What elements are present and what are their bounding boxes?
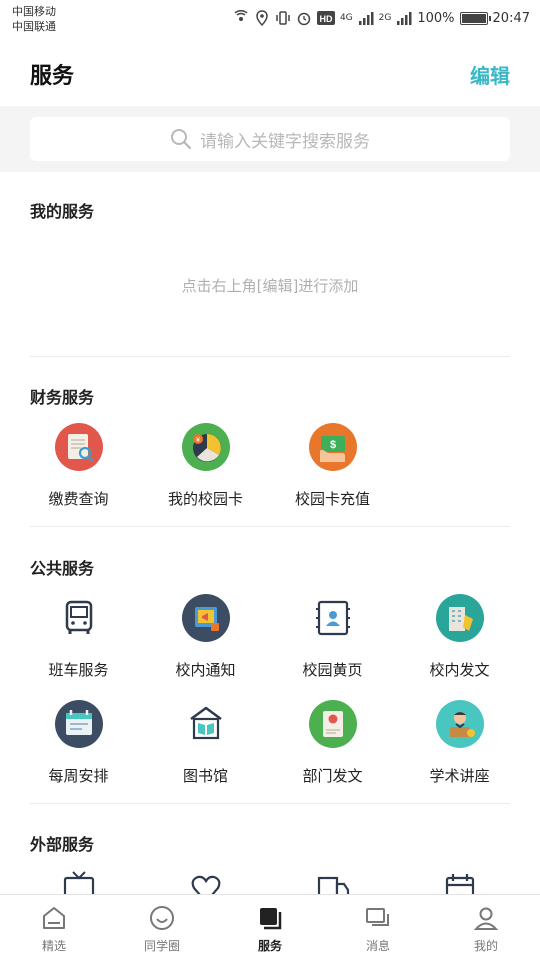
divider — [30, 803, 510, 804]
tab-featured[interactable]: 精选 — [0, 895, 108, 960]
service-item-label: 图书馆 — [182, 767, 228, 785]
service-item-campus-notice[interactable]: 校内通知 — [142, 589, 269, 695]
tab-classmates[interactable]: 同学圈 — [108, 895, 216, 960]
header: 服务 编辑 — [0, 40, 540, 106]
notice-icon — [181, 593, 231, 643]
signal-icon-1 — [358, 12, 374, 25]
service-item-label: 校园卡充值 — [294, 490, 370, 508]
pie-chart-icon: ¥ — [181, 422, 231, 472]
message-icon — [363, 903, 393, 933]
status-icons: HD 4G 2G 100% 20:47 — [233, 8, 530, 28]
search-area: 请输入关键字搜索服务 — [0, 106, 540, 172]
lecture-icon — [435, 699, 485, 749]
search-icon — [171, 129, 192, 150]
tab-me[interactable]: 我的 — [432, 895, 540, 960]
service-item-library[interactable]: 图书馆 — [142, 695, 269, 801]
service-item-shuttle-bus[interactable]: 班车服务 — [15, 589, 142, 695]
battery-icon — [459, 11, 491, 25]
tab-label: 服务 — [257, 939, 282, 953]
tab-label: 消息 — [365, 939, 390, 953]
library-icon — [181, 699, 231, 749]
divider — [30, 526, 510, 527]
service-item-card-recharge[interactable]: $ 校园卡充值 — [269, 418, 396, 524]
carrier-info: 中国移动 中国联通 — [12, 4, 56, 34]
external-service-item[interactable] — [15, 868, 142, 894]
services-page: 中国移动 中国联通 HD 4G 2G 100% 20:47 服务 编辑 请输入关… — [0, 0, 540, 960]
tab-messages[interactable]: 消息 — [324, 895, 432, 960]
tab-label: 同学圈 — [143, 939, 180, 953]
tv-icon — [63, 871, 94, 894]
hd-icon: HD — [316, 11, 335, 25]
search-input[interactable]: 请输入关键字搜索服务 — [30, 117, 510, 161]
external-service-item[interactable] — [142, 868, 269, 894]
tab-label: 精选 — [41, 939, 66, 953]
service-icon — [255, 903, 285, 933]
section-title-external-services: 外部服务 — [30, 835, 95, 854]
department-icon — [308, 699, 358, 749]
heart-icon — [191, 875, 220, 894]
smile-icon — [147, 903, 177, 933]
signal-icon-2 — [397, 12, 412, 25]
clock: 20:47 — [492, 10, 530, 26]
search-placeholder: 请输入关键字搜索服务 — [200, 131, 370, 152]
tab-label: 我的 — [473, 939, 498, 953]
divider — [30, 356, 510, 357]
service-item-label: 部门发文 — [302, 767, 363, 785]
external-service-item[interactable] — [396, 868, 523, 894]
service-item-label: 校内发文 — [429, 661, 490, 679]
section-title-finance-services: 财务服务 — [30, 388, 95, 407]
bus-icon — [54, 593, 104, 643]
service-item-weekly-schedule[interactable]: 每周安排 — [15, 695, 142, 801]
service-item-fee-query[interactable]: 缴费查询 — [15, 418, 142, 524]
svg-text:$: $ — [329, 439, 335, 451]
money-hand-icon: $ — [308, 422, 358, 472]
calendar-icon — [54, 699, 104, 749]
svg-text:HD: HD — [319, 14, 332, 24]
network-type-1: 4G — [339, 13, 353, 23]
edit-button[interactable]: 编辑 — [470, 60, 510, 89]
building-icon — [435, 593, 485, 643]
external-services-grid — [15, 868, 525, 894]
user-icon — [471, 903, 501, 933]
service-item-label: 学术讲座 — [429, 767, 490, 785]
alarm-icon — [297, 12, 311, 26]
my-services-hint: 点击右上角[编辑]进行添加 — [181, 277, 359, 295]
public-services-grid: 班车服务 校内通知 校园黄页 校内发文 每周安排 图书馆 部门发文 学术讲座 — [15, 589, 525, 801]
calendar-outline-icon — [445, 874, 474, 894]
carrier-1: 中国移动 — [12, 5, 56, 18]
contact-card-icon — [308, 593, 358, 643]
service-item-yellow-pages[interactable]: 校园黄页 — [269, 589, 396, 695]
service-item-campus-documents[interactable]: 校内发文 — [396, 589, 523, 695]
service-item-label: 校内通知 — [175, 661, 236, 679]
service-item-label: 校园黄页 — [302, 661, 363, 679]
carrier-2: 中国联通 — [12, 20, 56, 33]
truck-icon — [317, 876, 349, 894]
nfc-icon — [234, 10, 248, 21]
location-icon — [256, 10, 268, 26]
service-item-label: 缴费查询 — [48, 490, 109, 508]
service-item-label: 每周安排 — [48, 767, 109, 785]
status-bar: 中国移动 中国联通 HD 4G 2G 100% 20:47 — [0, 0, 540, 40]
vibrate-icon — [276, 11, 290, 25]
battery-percent: 100% — [417, 10, 455, 26]
home-icon — [39, 903, 69, 933]
service-item-label: 班车服务 — [48, 661, 109, 679]
page-title: 服务 — [30, 64, 75, 89]
service-item-department-documents[interactable]: 部门发文 — [269, 695, 396, 801]
section-title-public-services: 公共服务 — [30, 559, 95, 578]
finance-services-grid: 缴费查询 ¥ 我的校园卡 $ 校园卡充值 — [15, 418, 525, 524]
svg-text:¥: ¥ — [196, 437, 200, 444]
section-title-my-services: 我的服务 — [30, 202, 95, 221]
bottom-tab-bar: 精选 同学圈 服务 消息 我的 — [0, 894, 540, 960]
network-type-2: 2G — [378, 13, 392, 23]
receipt-search-icon — [54, 422, 104, 472]
external-service-item[interactable] — [269, 868, 396, 894]
service-item-academic-lecture[interactable]: 学术讲座 — [396, 695, 523, 801]
tab-services[interactable]: 服务 — [216, 895, 324, 960]
service-item-label: 我的校园卡 — [167, 490, 243, 508]
service-item-my-card[interactable]: ¥ 我的校园卡 — [142, 418, 269, 524]
